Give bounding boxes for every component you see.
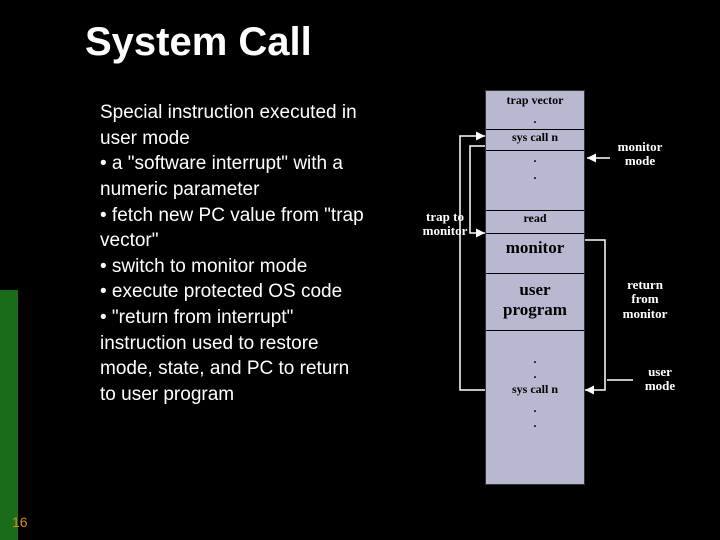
body-line-3: • switch to monitor mode xyxy=(100,256,307,277)
cell-dot: . xyxy=(486,151,584,168)
label-user-mode: user mode xyxy=(630,365,690,394)
slide-title: System Call xyxy=(85,20,312,65)
cell-user-program: user program xyxy=(486,273,584,331)
cell-dot: . xyxy=(486,352,584,367)
cell-dot: . xyxy=(486,367,584,382)
cell-dot: . xyxy=(486,112,584,129)
cell-trap-vector: trap vector xyxy=(486,91,584,112)
label-monitor-mode: monitor mode xyxy=(610,140,670,169)
cell-syscall-bottom: sys call n xyxy=(486,382,584,401)
body-line-1: • a "software interrupt" with a numeric … xyxy=(100,153,343,200)
cell-dot: . xyxy=(486,416,584,431)
cell-spacer xyxy=(486,331,584,352)
body-line-4: • execute protected OS code xyxy=(100,281,342,302)
label-return-from: return from monitor xyxy=(615,278,675,321)
body-line-0: Special instruction executed in user mod… xyxy=(100,102,357,149)
label-trap-to-monitor: trap to monitor xyxy=(415,210,475,239)
memory-diagram: trap vector . sys call n . . read monito… xyxy=(385,90,705,500)
cell-syscall-top: sys call n xyxy=(486,129,584,151)
body-line-2: • fetch new PC value from "trap vector" xyxy=(100,205,364,252)
page-number: 16 xyxy=(12,514,28,530)
memory-column: trap vector . sys call n . . read monito… xyxy=(485,90,585,485)
cell-read: read xyxy=(486,210,584,234)
cell-dot: . xyxy=(486,168,584,185)
body-text: Special instruction executed in user mod… xyxy=(100,100,370,408)
cell-spacer xyxy=(486,185,584,210)
body-line-5: • "return from interrupt" instruction us… xyxy=(100,307,349,405)
cell-dot: . xyxy=(486,401,584,416)
cell-monitor: monitor xyxy=(486,234,584,273)
accent-bar xyxy=(0,290,18,540)
